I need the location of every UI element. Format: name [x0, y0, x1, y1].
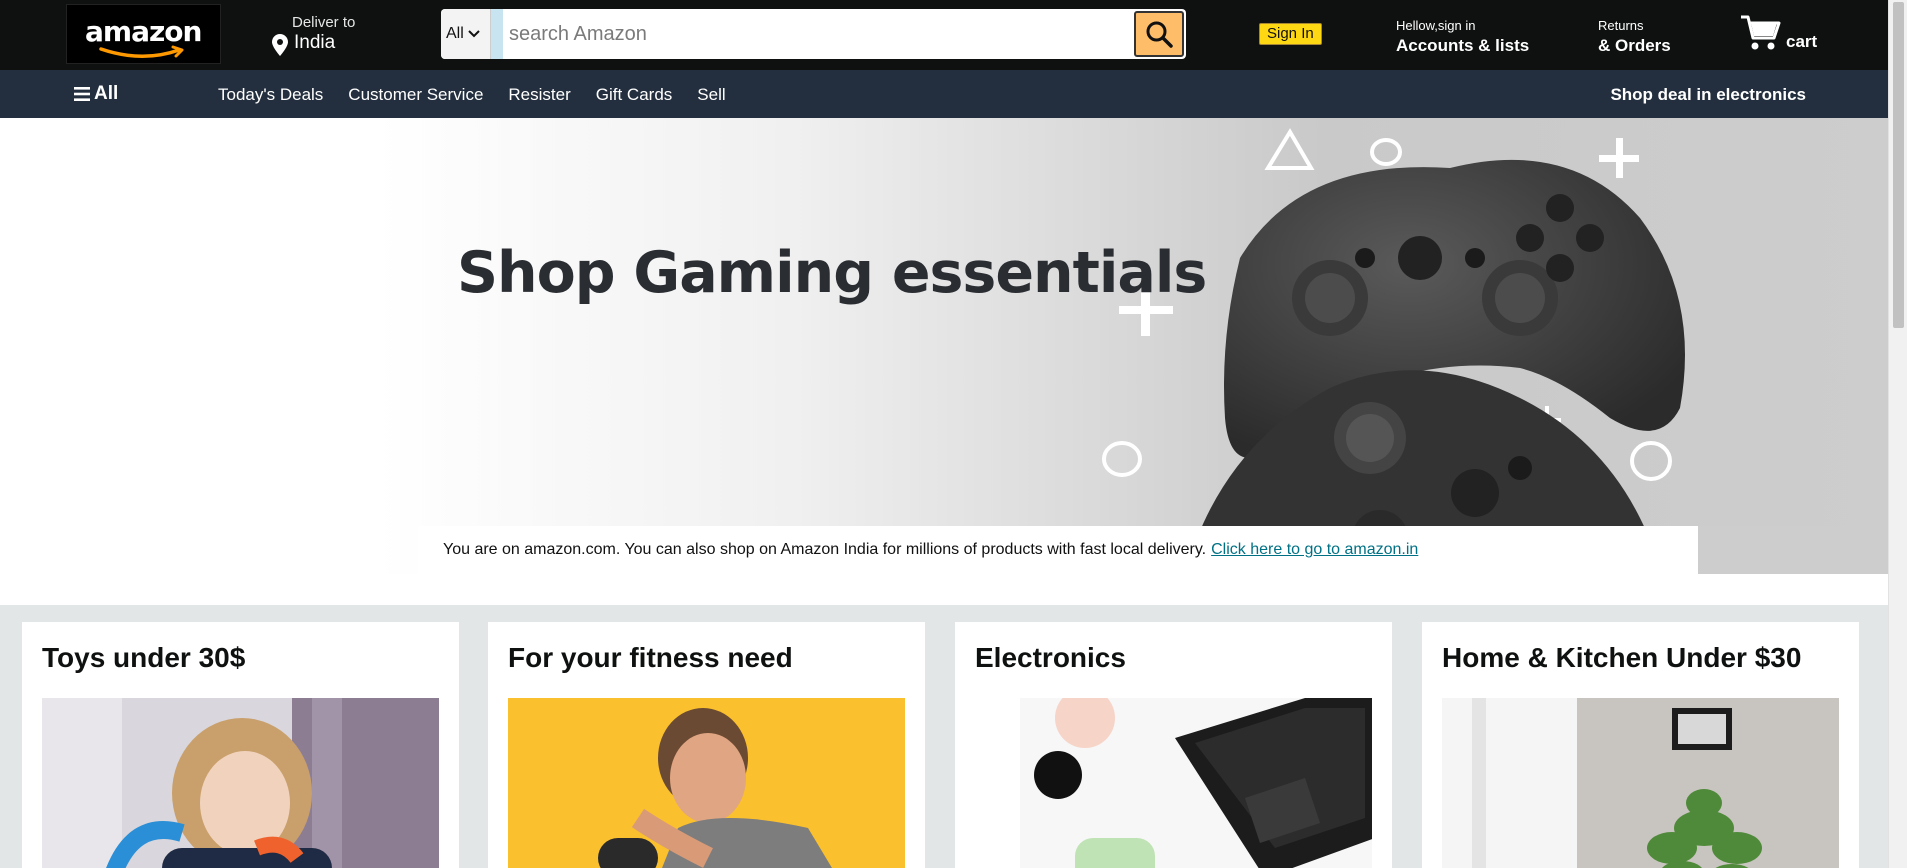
card-home-kitchen[interactable]: Home & Kitchen Under $30	[1422, 622, 1859, 868]
toys-image[interactable]	[42, 698, 439, 868]
location-pin-icon	[272, 34, 288, 56]
search-bar: All	[441, 9, 1186, 59]
returns-orders[interactable]: Returns & Orders	[1598, 18, 1671, 56]
amazon-logo[interactable]: amazon	[66, 4, 221, 64]
deliver-location: India	[294, 32, 336, 53]
all-menu-button[interactable]: All	[74, 83, 118, 105]
electronics-promo-link[interactable]: Shop deal in electronics	[1610, 85, 1806, 105]
account-lists-label: Accounts & lists	[1396, 36, 1530, 55]
page-scrollbar[interactable]	[1888, 0, 1907, 868]
deliver-label: Deliver to	[292, 14, 356, 31]
hero-background	[0, 118, 1888, 574]
search-category-label: All	[446, 25, 464, 42]
electronics-image[interactable]	[975, 698, 1372, 868]
returns-label: Returns	[1598, 18, 1644, 33]
cart-label: cart	[1786, 32, 1818, 51]
chevron-down-icon	[468, 30, 480, 38]
card-toys[interactable]: Toys under 30$	[22, 622, 459, 868]
home-kitchen-image[interactable]	[1442, 698, 1839, 868]
hero-banner: Shop Gaming essentials You are on amazon…	[0, 118, 1888, 605]
card-fitness[interactable]: For your fitness need	[488, 622, 925, 868]
card-title: Toys under 30$	[42, 642, 246, 673]
nav-link-sell[interactable]: Sell	[697, 85, 725, 105]
card-electronics[interactable]: Electronics	[955, 622, 1392, 868]
search-icon	[1146, 21, 1173, 48]
all-menu-label: All	[94, 83, 119, 104]
nav-link-gift-cards[interactable]: Gift Cards	[596, 85, 673, 105]
cart-icon	[1741, 15, 1781, 50]
hamburger-icon	[74, 87, 90, 101]
top-navbar: amazon Deliver to India All Sign In Hell…	[0, 0, 1888, 70]
search-focus-indicator	[491, 9, 503, 59]
nav-link-todays-deals[interactable]: Today's Deals	[218, 85, 323, 105]
hero-title: Shop Gaming essentials	[457, 240, 1207, 306]
orders-label: & Orders	[1598, 36, 1671, 55]
card-title: Home & Kitchen Under $30	[1442, 642, 1802, 673]
account-greeting: Hellow,sign in	[1396, 18, 1476, 33]
search-category-select[interactable]: All	[441, 9, 491, 59]
card-title: Electronics	[975, 642, 1126, 673]
region-notice: You are on amazon.com. You can also shop…	[418, 526, 1698, 574]
sign-in-button[interactable]: Sign In	[1259, 23, 1322, 45]
nav-link-resister[interactable]: Resister	[508, 85, 570, 105]
amazon-in-link[interactable]: Click here to go to amazon.in	[1211, 541, 1418, 559]
cart-button[interactable]: cart	[1740, 12, 1820, 56]
secondary-navbar: All Today's Deals Customer Service Resis…	[0, 70, 1888, 118]
region-notice-text: You are on amazon.com. You can also shop…	[443, 541, 1207, 558]
logo-wordmark: amazon	[85, 15, 202, 48]
card-title: For your fitness need	[508, 642, 793, 673]
search-button[interactable]	[1134, 11, 1184, 57]
logo-smile-icon	[99, 45, 184, 58]
fitness-image[interactable]	[508, 698, 905, 868]
subnav-links: Today's Deals Customer Service Resister …	[218, 85, 751, 105]
scrollbar-thumb[interactable]	[1893, 2, 1904, 328]
search-input[interactable]	[503, 9, 1103, 59]
account-menu[interactable]: Hellow,sign in Accounts & lists	[1396, 18, 1529, 56]
nav-link-customer-service[interactable]: Customer Service	[348, 85, 483, 105]
